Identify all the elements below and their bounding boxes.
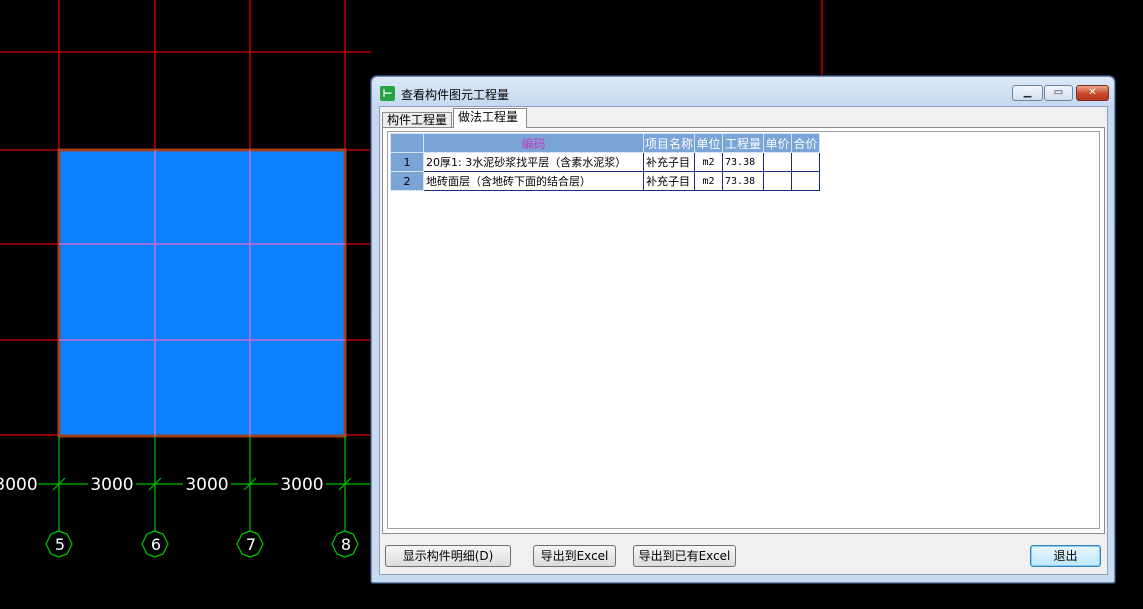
app-icon: ⊢ xyxy=(380,86,395,101)
maximize-button[interactable]: ▭ xyxy=(1044,85,1073,101)
cell-unit[interactable]: m2 xyxy=(694,171,724,191)
axis-label: 6 xyxy=(151,535,161,554)
dimension-label: 3000 xyxy=(90,475,133,495)
dimension-label: 3000 xyxy=(0,475,38,495)
cell-code[interactable]: 地砖面层（含地砖下面的结合层） xyxy=(423,171,644,191)
column-header-unit[interactable]: 单位 xyxy=(694,133,724,153)
column-header-qty[interactable]: 工程量 xyxy=(722,133,765,153)
minimize-button[interactable]: ▁ xyxy=(1012,85,1043,101)
exit-button[interactable]: 退出 xyxy=(1030,545,1101,567)
cell-name[interactable]: 补充子目 xyxy=(642,152,696,172)
dimension-label: 3000 xyxy=(185,475,228,495)
table-row[interactable]: 1 20厚1: 3水泥砂浆找平层（含素水泥浆） 补充子目 m2 73.38 xyxy=(390,152,821,172)
cell-price[interactable] xyxy=(763,171,793,191)
tab-panel: 编码 项目名称 单位 工程量 单价 合价 1 20厚1: 3水泥砂浆找平层（含素… xyxy=(382,127,1105,534)
cell-qty[interactable]: 73.38 xyxy=(722,171,765,191)
dialog-client: 构件工程量 做法工程量 编码 项目名称 单位 工程量 单价 合价 1 20厚1:… xyxy=(379,106,1108,575)
show-detail-button[interactable]: 显示构件明细(D) xyxy=(385,545,511,567)
row-number-header[interactable] xyxy=(390,133,424,153)
column-header-name[interactable]: 项目名称 xyxy=(642,133,696,153)
column-header-code[interactable]: 编码 xyxy=(423,133,644,153)
close-icon: ✕ xyxy=(1088,87,1097,98)
quantity-dialog[interactable]: ⊢ 查看构件图元工程量 ▁ ▭ ✕ 构件工程量 做法工程量 编码 项目名称 单位 xyxy=(371,76,1115,583)
minimize-icon: ▁ xyxy=(1023,87,1032,98)
cell-qty[interactable]: 73.38 xyxy=(722,152,765,172)
export-excel-button[interactable]: 导出到Excel xyxy=(533,545,616,567)
cell-total[interactable] xyxy=(791,152,821,172)
cell-price[interactable] xyxy=(763,152,793,172)
axis-label: 5 xyxy=(55,535,65,554)
axis-bubbles xyxy=(45,530,359,558)
cell-unit[interactable]: m2 xyxy=(694,152,724,172)
maximize-icon: ▭ xyxy=(1053,87,1064,98)
row-number[interactable]: 1 xyxy=(390,152,424,172)
axis-label: 8 xyxy=(341,535,351,554)
close-button[interactable]: ✕ xyxy=(1076,85,1109,101)
title-bar[interactable]: ⊢ 查看构件图元工程量 ▁ ▭ ✕ xyxy=(372,77,1114,107)
tab-component-quantity[interactable]: 构件工程量 xyxy=(382,112,452,128)
axis-label: 7 xyxy=(246,535,256,554)
dimension-label: 3000 xyxy=(280,475,323,495)
quantity-table: 编码 项目名称 单位 工程量 单价 合价 1 20厚1: 3水泥砂浆找平层（含素… xyxy=(390,133,821,191)
cell-total[interactable] xyxy=(791,171,821,191)
dialog-title: 查看构件图元工程量 xyxy=(401,88,510,102)
tab-method-quantity[interactable]: 做法工程量 xyxy=(453,108,527,128)
cell-code[interactable]: 20厚1: 3水泥砂浆找平层（含素水泥浆） xyxy=(423,152,644,172)
floor-region[interactable] xyxy=(57,148,347,438)
table-row[interactable]: 2 地砖面层（含地砖下面的结合层） 补充子目 m2 73.38 xyxy=(390,171,821,191)
table-header-row: 编码 项目名称 单位 工程量 单价 合价 xyxy=(390,133,821,153)
row-number[interactable]: 2 xyxy=(390,171,424,191)
cell-name[interactable]: 补充子目 xyxy=(642,171,696,191)
export-existing-excel-button[interactable]: 导出到已有Excel xyxy=(633,545,736,567)
column-header-price[interactable]: 单价 xyxy=(763,133,793,153)
quantity-grid[interactable]: 编码 项目名称 单位 工程量 单价 合价 1 20厚1: 3水泥砂浆找平层（含素… xyxy=(387,131,1100,529)
axis-bubble-labels: 5 6 7 8 xyxy=(55,535,351,554)
column-header-total[interactable]: 合价 xyxy=(791,133,821,153)
